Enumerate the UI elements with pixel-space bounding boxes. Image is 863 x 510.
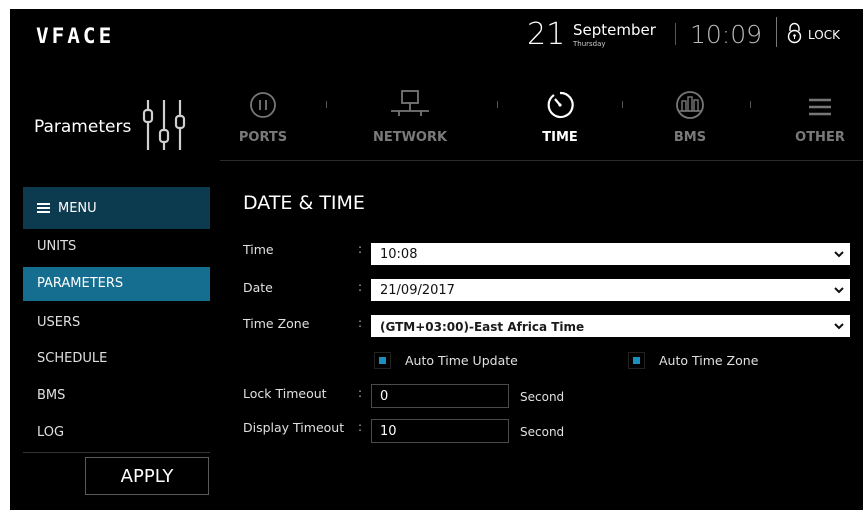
timezone-label: Time Zone bbox=[243, 316, 310, 331]
tab-bms[interactable]: BMS bbox=[635, 87, 745, 157]
lock-label: LOCK bbox=[808, 28, 840, 42]
time-label: Time bbox=[243, 242, 274, 257]
tab-separator bbox=[622, 101, 623, 108]
label-colon: : bbox=[358, 280, 363, 294]
tab-label: BMS bbox=[673, 130, 707, 145]
network-icon bbox=[355, 87, 465, 125]
timezone-select[interactable]: (GTM+03:00)-East Africa Time bbox=[371, 315, 850, 337]
auto-time-update-checkbox[interactable]: Auto Time Update bbox=[374, 352, 518, 369]
header-divider bbox=[675, 23, 676, 45]
display-timeout-label: Display Timeout bbox=[243, 420, 345, 435]
clock: 10:09 bbox=[690, 20, 763, 49]
lock-timeout-input[interactable] bbox=[371, 384, 509, 408]
lock-timeout-unit: Second bbox=[520, 390, 565, 404]
auto-time-zone-label: Auto Time Zone bbox=[659, 353, 759, 368]
date-select[interactable]: 21/09/2017 bbox=[371, 279, 850, 301]
tab-bar-divider bbox=[220, 160, 863, 161]
tab-time[interactable]: TIME bbox=[505, 87, 615, 157]
sidebar-item-log[interactable]: LOG bbox=[23, 416, 210, 450]
sidebar-item-bms[interactable]: BMS bbox=[23, 379, 210, 413]
checkbox-box bbox=[628, 352, 645, 369]
chevron-down-icon bbox=[828, 315, 850, 337]
section-title: DATE & TIME bbox=[243, 192, 365, 214]
sliders-icon bbox=[142, 96, 186, 158]
app-window: VFACE 21 September Thursday 10:09 LOCK P… bbox=[10, 9, 863, 510]
tab-other[interactable]: OTHER bbox=[765, 87, 863, 157]
chevron-down-icon bbox=[828, 279, 850, 301]
time-icon bbox=[505, 87, 615, 125]
menu-label: MENU bbox=[58, 200, 97, 216]
tab-label: NETWORK bbox=[372, 130, 448, 145]
date-weekday: Thursday bbox=[573, 40, 606, 48]
auto-time-zone-checkbox[interactable]: Auto Time Zone bbox=[628, 352, 758, 369]
lock-timeout-label: Lock Timeout bbox=[243, 386, 327, 401]
tab-separator bbox=[497, 101, 498, 108]
sidebar-item-users[interactable]: USERS bbox=[23, 306, 210, 340]
tab-network[interactable]: NETWORK bbox=[355, 87, 465, 157]
timezone-value: (GTM+03:00)-East Africa Time bbox=[380, 320, 585, 334]
date-label: Date bbox=[243, 280, 273, 295]
date-value: 21/09/2017 bbox=[380, 283, 455, 298]
label-colon: : bbox=[358, 316, 363, 330]
tab-separator bbox=[326, 101, 327, 108]
apply-button[interactable]: APPLY bbox=[85, 457, 209, 495]
bms-icon bbox=[635, 87, 745, 125]
app-logo: VFACE bbox=[36, 24, 115, 48]
display-timeout-input[interactable] bbox=[371, 419, 509, 443]
hamburger-icon bbox=[37, 201, 50, 215]
tab-label: PORTS bbox=[238, 130, 288, 145]
chevron-down-icon bbox=[828, 243, 850, 265]
sidebar-divider bbox=[23, 452, 210, 453]
sidebar-item-parameters[interactable]: PARAMETERS bbox=[23, 267, 210, 301]
tab-ports[interactable]: PORTS bbox=[208, 87, 318, 157]
time-value: 10:08 bbox=[380, 247, 418, 262]
sidebar-item-schedule[interactable]: SCHEDULE bbox=[23, 342, 210, 376]
tab-label: OTHER bbox=[795, 130, 845, 145]
header-divider bbox=[776, 17, 777, 47]
tab-label: TIME bbox=[542, 130, 578, 145]
date-month: September bbox=[573, 21, 656, 39]
auto-time-update-label: Auto Time Update bbox=[405, 353, 518, 368]
other-icon bbox=[765, 87, 863, 125]
lock-button[interactable]: LOCK bbox=[786, 22, 840, 48]
label-colon: : bbox=[358, 420, 363, 434]
tab-separator bbox=[750, 101, 751, 108]
page-title: Parameters bbox=[34, 117, 132, 137]
menu-header[interactable]: MENU bbox=[23, 187, 210, 229]
ports-icon bbox=[208, 87, 318, 125]
time-select[interactable]: 10:08 bbox=[371, 243, 850, 265]
checkbox-box bbox=[374, 352, 391, 369]
display-timeout-unit: Second bbox=[520, 425, 565, 439]
lock-icon bbox=[786, 22, 803, 48]
date-day: 21 bbox=[527, 17, 566, 52]
label-colon: : bbox=[358, 386, 363, 400]
sidebar-item-units[interactable]: UNITS bbox=[23, 230, 210, 264]
label-colon: : bbox=[358, 242, 363, 256]
